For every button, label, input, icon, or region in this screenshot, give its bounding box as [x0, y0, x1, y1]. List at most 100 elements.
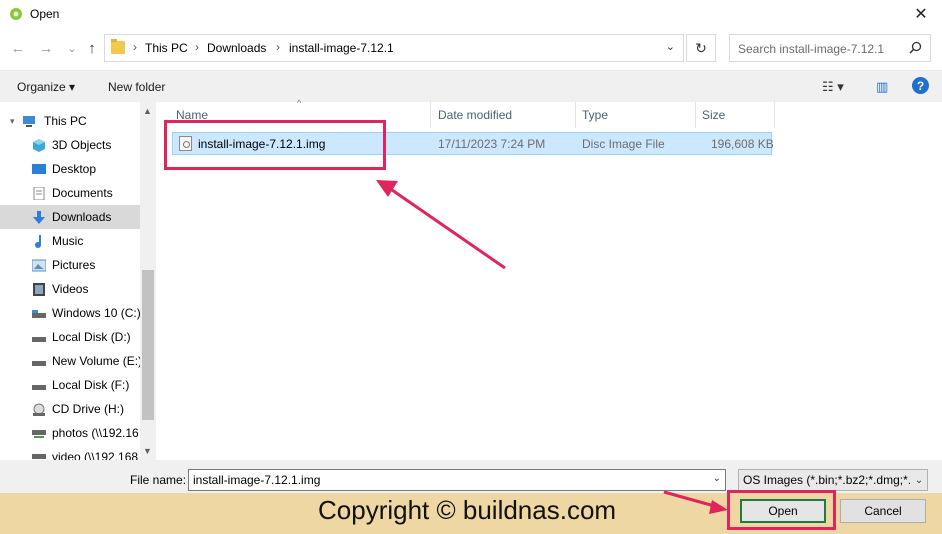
cube-icon [33, 138, 45, 152]
refresh-icon: ↻ [695, 39, 707, 56]
sidebar-item-cd-drive-h[interactable]: CD Drive (H:) [0, 397, 140, 421]
drive-icon [32, 360, 46, 366]
file-date: 17/11/2023 7:24 PM [438, 137, 546, 151]
address-bar[interactable]: › This PC › Downloads › install-image-7.… [104, 34, 684, 62]
sidebar-item-3d-objects[interactable]: 3D Objects [0, 133, 140, 157]
sidebar-item-desktop[interactable]: Desktop [0, 157, 140, 181]
network-drive-icon [32, 429, 46, 438]
sidebar-item-drive-c[interactable]: Windows 10 (C:) [0, 301, 141, 325]
window-title: Open [30, 7, 60, 21]
sidebar-item-drive-d[interactable]: Local Disk (D:) [0, 325, 140, 349]
drive-icon [32, 309, 46, 318]
help-glyph: ? [916, 78, 925, 93]
sidebar-item-label: Music [52, 234, 84, 248]
sidebar-item-label: Downloads [52, 210, 112, 224]
breadcrumb-this-pc[interactable]: This PC [145, 41, 188, 55]
sidebar-item-drive-f[interactable]: Local Disk (F:) [0, 373, 140, 397]
file-name-value: install-image-7.12.1.img [193, 473, 321, 487]
up-arrow-icon: ↑ [88, 39, 96, 57]
column-divider[interactable] [695, 102, 696, 128]
close-button[interactable]: ✕ [906, 2, 936, 26]
file-type-select[interactable]: OS Images (*.bin;*.bz2;*.dmg;*. ⌄ [738, 469, 928, 491]
search-placeholder: Search install-image-7.12.1 [738, 42, 885, 56]
computer-icon [23, 115, 35, 127]
sidebar-item-video-share[interactable]: video (\\192.168 [0, 445, 140, 460]
sidebar-item-label: Documents [52, 186, 113, 200]
help-icon[interactable]: ? [912, 77, 929, 94]
pictures-icon [32, 259, 46, 271]
organize-button[interactable]: Organize ▾ [17, 80, 75, 94]
network-drive-icon [32, 453, 46, 460]
refresh-button[interactable]: ↻ [686, 34, 716, 62]
sidebar-item-documents[interactable]: Documents [0, 181, 140, 205]
file-type: Disc Image File [582, 137, 665, 151]
title-bar: Open ✕ [0, 0, 942, 30]
file-type-value: OS Images (*.bin;*.bz2;*.dmg;*. [743, 473, 912, 487]
breadcrumb-downloads[interactable]: Downloads [207, 41, 266, 55]
sidebar-item-pictures[interactable]: Pictures [0, 253, 140, 277]
sidebar-item-label: photos (\\192.16 [52, 426, 139, 440]
search-icon [909, 41, 922, 54]
sidebar-item-label: This PC [44, 114, 87, 128]
drive-icon [32, 384, 46, 390]
navigation-scrollbar[interactable]: ▲ ▼ [140, 102, 156, 460]
sidebar-item-videos[interactable]: Videos [0, 277, 140, 301]
sidebar-item-drive-e[interactable]: New Volume (E:) [0, 349, 143, 373]
scroll-up-icon[interactable]: ▲ [143, 106, 152, 116]
sidebar-item-downloads[interactable]: Downloads [0, 205, 140, 229]
scroll-down-icon[interactable]: ▼ [143, 446, 152, 456]
column-divider[interactable] [774, 102, 775, 128]
breadcrumb-install-image[interactable]: install-image-7.12.1 [289, 41, 394, 55]
breadcrumb-separator: › [276, 40, 280, 54]
navigation-pane: ▾ This PC 3D Objects Desktop Documents D… [0, 102, 156, 460]
annotation-highlight-file [164, 120, 386, 170]
scrollbar-thumb[interactable] [142, 270, 154, 420]
file-name-field[interactable]: install-image-7.12.1.img ⌄ [188, 469, 726, 491]
collapse-chevron-icon[interactable]: ▾ [10, 116, 15, 127]
up-button[interactable]: ↑ [82, 38, 102, 58]
column-header-date[interactable]: Date modified [438, 108, 512, 122]
forward-button[interactable]: → [36, 38, 56, 58]
view-options-icon[interactable]: ☷ ▾ [822, 79, 844, 95]
column-divider[interactable] [575, 102, 576, 128]
close-icon: ✕ [914, 6, 928, 23]
sidebar-item-label: Local Disk (D:) [52, 330, 131, 344]
chevron-down-icon[interactable]: ⌄ [911, 470, 927, 490]
forward-arrow-icon: → [38, 39, 54, 57]
sidebar-item-label: video (\\192.168 [52, 450, 139, 460]
file-size: 196,608 KB [711, 137, 774, 151]
annotation-highlight-open [727, 490, 836, 530]
cancel-button[interactable]: Cancel [840, 499, 926, 523]
videos-icon [33, 282, 45, 296]
sort-ascending-icon: ^ [297, 98, 302, 108]
file-name-label: File name: [130, 473, 187, 487]
preview-pane-icon[interactable]: ▥ [876, 79, 888, 95]
back-button[interactable]: ← [8, 38, 28, 58]
sidebar-item-label: Windows 10 (C:) [52, 306, 141, 320]
chevron-down-icon: ⌄ [67, 42, 77, 55]
toolbar: Organize ▾ New folder ☷ ▾ ▥ ? [0, 70, 942, 102]
sidebar-item-label: New Volume (E:) [52, 354, 143, 368]
sidebar-item-music[interactable]: Music [0, 229, 140, 253]
column-header-type[interactable]: Type [582, 108, 608, 122]
sidebar-item-label: 3D Objects [52, 138, 112, 152]
sidebar-item-label: Videos [52, 282, 89, 296]
back-arrow-icon: ← [10, 39, 26, 57]
sidebar-item-label: Pictures [52, 258, 96, 272]
open-file-dialog: Open ✕ ← → ⌄ ↑ › This PC › Downloads › i… [0, 0, 942, 534]
address-dropdown-icon[interactable]: ⌄ [666, 40, 675, 53]
document-icon [33, 186, 45, 200]
sidebar-item-label: Desktop [52, 162, 97, 176]
sidebar-item-this-pc[interactable]: ▾ This PC [0, 109, 140, 133]
copyright-watermark: Copyright © buildnas.com [318, 495, 617, 525]
sidebar-item-photos-share[interactable]: photos (\\192.16 [0, 421, 140, 445]
sidebar-item-label: Local Disk (F:) [52, 378, 130, 392]
cd-drive-icon [33, 403, 45, 416]
search-input[interactable]: Search install-image-7.12.1 [729, 34, 931, 62]
recent-locations-button[interactable]: ⌄ [62, 38, 82, 58]
app-gear-icon [10, 8, 22, 20]
column-header-size[interactable]: Size [702, 108, 725, 122]
new-folder-button[interactable]: New folder [108, 80, 165, 94]
chevron-down-icon[interactable]: ⌄ [713, 473, 721, 484]
column-divider[interactable] [430, 102, 431, 128]
